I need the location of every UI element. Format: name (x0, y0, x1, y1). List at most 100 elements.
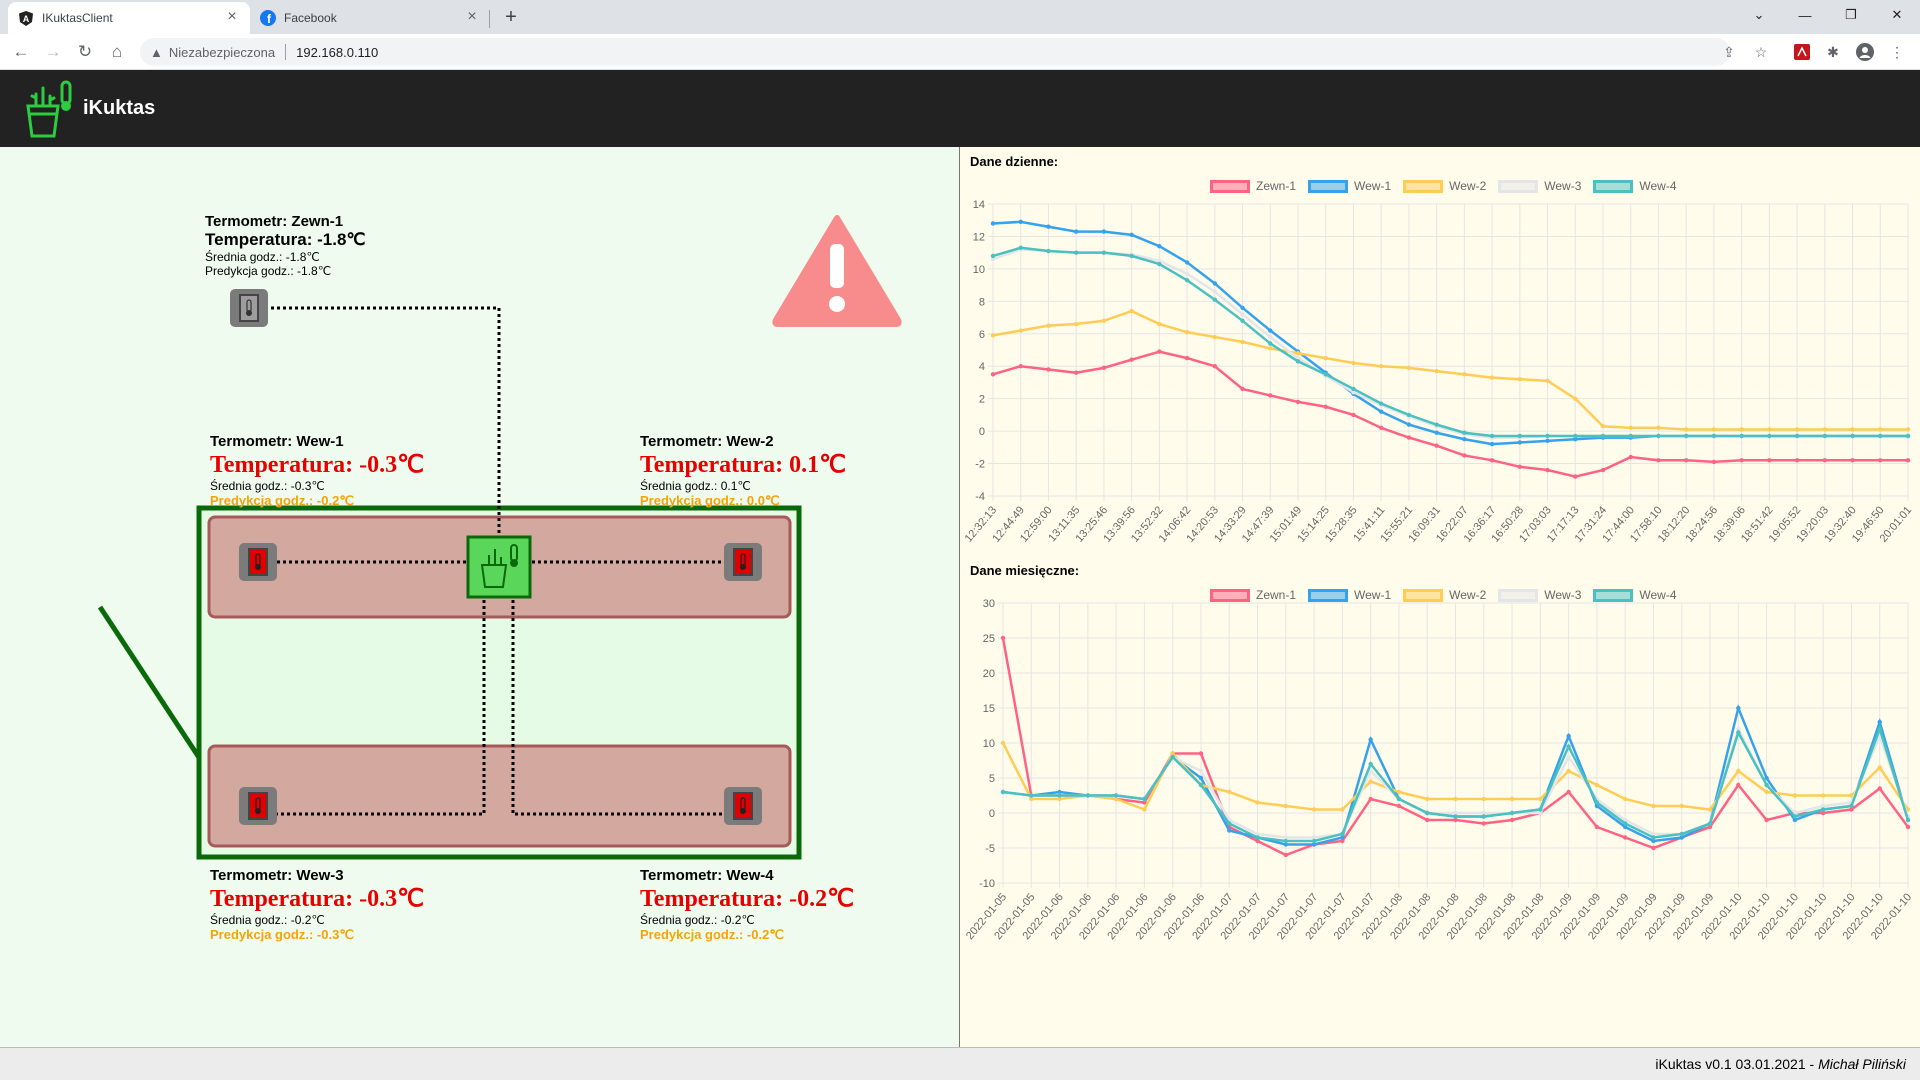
daily-temperature-chart[interactable]: 12:32:1312:44:4912:59:0013:11:3513:25:46… (960, 147, 1920, 547)
data-point (1489, 433, 1495, 439)
data-point (1509, 817, 1515, 823)
data-point (1877, 719, 1882, 725)
data-point (1794, 458, 1800, 463)
data-point (1877, 765, 1882, 770)
reload-button[interactable]: ↻ (72, 39, 98, 65)
close-tab-icon[interactable]: × (224, 9, 240, 26)
data-point (1073, 321, 1079, 327)
data-point (1212, 364, 1218, 369)
data-point (1711, 427, 1717, 432)
thermometer-name: Termometr: Zewn-1 (205, 213, 344, 230)
data-point (1878, 458, 1883, 463)
data-point (1792, 793, 1798, 798)
sensor-wew3[interactable] (239, 787, 277, 825)
data-point (1594, 782, 1600, 788)
app-title: iKuktas (83, 97, 156, 119)
profile-avatar-icon[interactable] (1856, 43, 1874, 61)
cactus-thermometer-logo-icon (26, 80, 72, 138)
sensor-wew1[interactable] (239, 543, 277, 581)
data-point (1594, 800, 1600, 805)
new-tab-button[interactable]: + (500, 7, 522, 27)
data-point (1878, 433, 1883, 439)
data-point (1538, 796, 1543, 802)
data-point (1000, 740, 1006, 746)
data-point (1323, 355, 1328, 361)
data-point (1683, 427, 1689, 432)
data-point (1295, 351, 1301, 356)
thermometer-icon (239, 294, 259, 322)
data-point (1184, 355, 1190, 361)
thermometer-hourly-prediction: Predykcja godz.: -0.2℃ (210, 493, 354, 508)
data-point (1268, 393, 1273, 398)
data-point (1878, 427, 1883, 432)
thermometer-hourly-prediction: Predykcja godz.: 0.0℃ (640, 493, 780, 508)
browser-toolbar: ← → ↻ ⌂ ▲ Niezabezpieczona 192.168.0.110… (0, 34, 1920, 70)
data-point (1406, 412, 1412, 418)
home-button[interactable]: ⌂ (104, 39, 130, 65)
thermometer-temperature: Temperatura: -0.3℃ (210, 886, 425, 912)
forward-button[interactable]: → (40, 39, 66, 65)
restore-button[interactable]: ❐ (1828, 0, 1874, 30)
monthly-temperature-chart[interactable]: 2022-01-052022-01-052022-01-062022-01-06… (960, 547, 1920, 967)
close-window-button[interactable]: ✕ (1874, 0, 1920, 30)
data-point (1283, 852, 1289, 858)
data-point (1481, 796, 1486, 802)
pdf-extension-icon[interactable] (1793, 43, 1811, 61)
data-point (1227, 828, 1232, 833)
data-point (1651, 835, 1656, 840)
tab-ikuktas[interactable]: A IKuktasClient × (8, 2, 250, 34)
data-point (1656, 433, 1661, 439)
data-point (1378, 409, 1384, 414)
y-tick-label: -4 (975, 491, 985, 503)
data-point (1283, 838, 1289, 844)
data-point (1434, 368, 1439, 374)
data-point (1489, 375, 1495, 380)
data-point (1184, 271, 1190, 276)
back-button[interactable]: ← (8, 39, 34, 65)
sensor-wew2[interactable] (724, 543, 762, 581)
security-status[interactable]: Niezabezpieczona (169, 45, 275, 60)
minimize-button[interactable]: — (1782, 0, 1828, 30)
sensor-wew4[interactable] (724, 787, 762, 825)
thermometer-icon (248, 792, 268, 820)
data-point (1600, 433, 1606, 439)
data-point (1462, 372, 1467, 377)
data-point (1656, 458, 1661, 463)
thermometer-hourly-average: Średnia godz.: -0.2℃ (640, 913, 755, 927)
share-icon[interactable]: ⇪ (1720, 43, 1738, 61)
bookmark-star-icon[interactable]: ☆ (1752, 43, 1770, 61)
app-footer: iKuktas v0.1 03.01.2021 - Michał Pilińsk… (0, 1047, 1920, 1080)
data-point (1453, 796, 1458, 802)
sensor-zewn1[interactable] (230, 289, 268, 327)
data-point (1850, 433, 1855, 439)
data-point (1566, 733, 1571, 739)
data-point (1000, 635, 1006, 641)
data-point (1212, 297, 1218, 302)
warning-icon[interactable]: ▲ (150, 45, 163, 60)
tab-search-icon[interactable]: ⌄ (1736, 0, 1782, 30)
tab-facebook[interactable]: f Facebook × (250, 2, 490, 34)
alert-warning-icon[interactable] (772, 212, 902, 328)
series-line-zewn-1 (992, 350, 1908, 478)
data-point (1905, 817, 1911, 823)
url-text[interactable]: 192.168.0.110 (296, 45, 378, 60)
data-point (1600, 467, 1606, 473)
address-bar[interactable]: ▲ Niezabezpieczona 192.168.0.110 (140, 38, 1730, 66)
data-point (1129, 232, 1134, 238)
close-tab-icon[interactable]: × (464, 9, 480, 26)
data-point (1764, 782, 1769, 788)
data-point (1905, 824, 1911, 830)
thermometer-wew4-info: Termometr: Wew-4 Temperatura: -0.2℃ Śred… (640, 867, 854, 943)
y-tick-label: 2 (979, 394, 985, 406)
data-point (1018, 219, 1023, 225)
data-point (1622, 835, 1628, 840)
svg-text:A: A (23, 14, 30, 24)
data-point (1736, 730, 1741, 735)
footer-text: iKuktas v0.1 03.01.2021 - Michał Pilińsk… (1655, 1056, 1906, 1072)
browser-menu-icon[interactable]: ⋮ (1888, 43, 1906, 61)
wall-line (97, 605, 203, 761)
extensions-puzzle-icon[interactable]: ✱ (1824, 43, 1842, 61)
data-point (1767, 427, 1772, 432)
data-point (990, 221, 996, 226)
data-point (1029, 793, 1034, 798)
